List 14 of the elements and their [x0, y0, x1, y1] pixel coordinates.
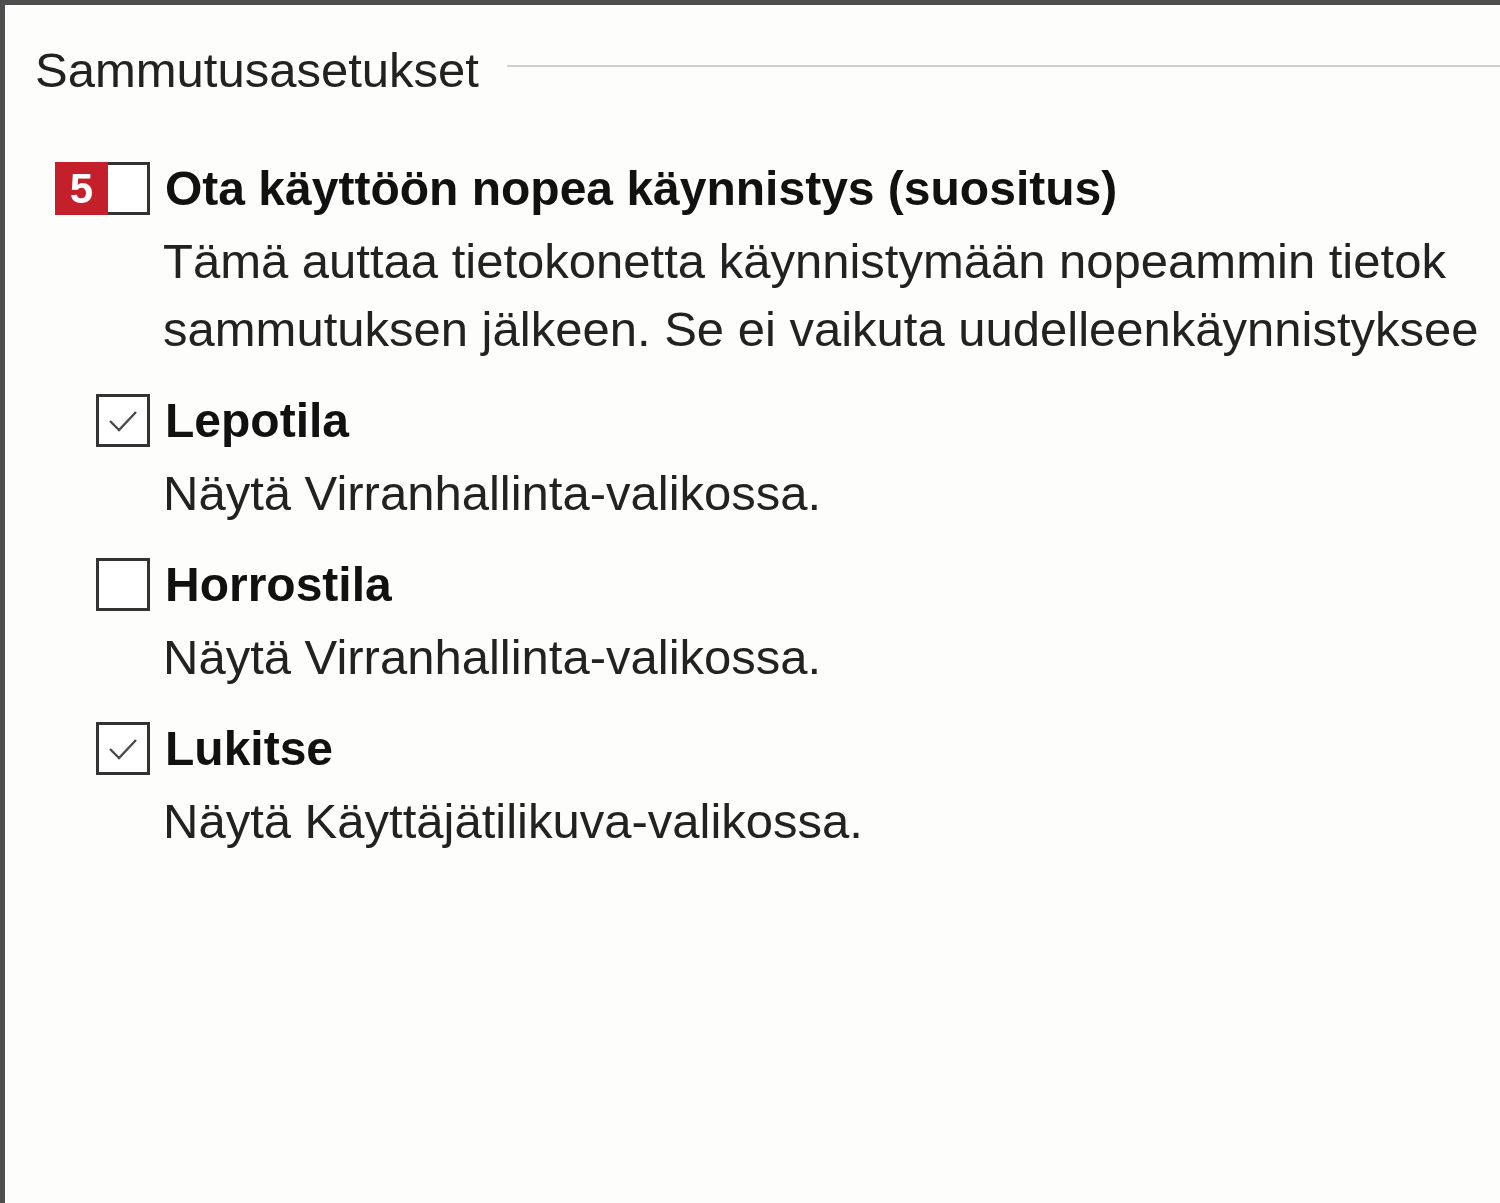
option-description: Näytä Virranhallinta-valikossa.: [163, 465, 822, 522]
checkbox[interactable]: [108, 162, 150, 215]
option-description: Näytä Virranhallinta-valikossa.: [163, 629, 822, 686]
option-description: Tämä auttaa tietokonetta käynnistymään nopeammin tietok sammutuksen jälkeen. Se ei vaikuta uudelleenkäynnistyksee: [163, 233, 1479, 358]
option-label: Ota käyttöön nopea käynnistys (suositus): [165, 162, 1118, 215]
option-description: Näytä Käyttäjätilikuva-valikossa.: [163, 793, 863, 850]
step-marker: 5: [55, 162, 108, 215]
option-label: Horrostila: [165, 558, 392, 611]
option-label: Lukitse: [165, 722, 334, 775]
checkbox[interactable]: [96, 722, 150, 775]
group-title: Sammutusasetukset: [35, 42, 479, 99]
option-label: Lepotila: [165, 394, 349, 447]
checkbox[interactable]: [96, 394, 150, 447]
checkbox[interactable]: [96, 558, 150, 611]
